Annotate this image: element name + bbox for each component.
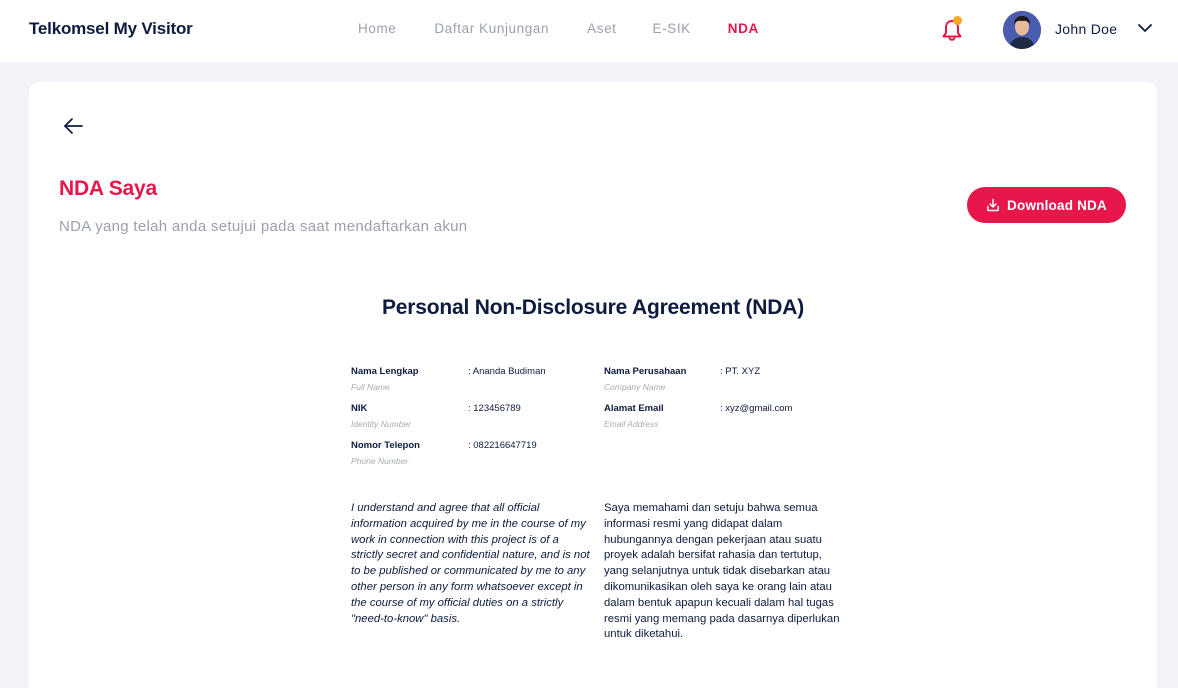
field-value-company: : PT. XYZ [720, 366, 761, 377]
field-sublabel: Email Address [604, 419, 659, 429]
field-value-phone: : 082216647719 [468, 440, 537, 451]
notification-bell-button[interactable] [940, 16, 964, 44]
field-email: Alamat Email Email Address [604, 403, 664, 429]
download-icon [987, 198, 999, 212]
user-name[interactable]: John Doe [1055, 21, 1117, 37]
field-value-email: : xyz@gmail.com [720, 403, 793, 414]
page-subtitle: NDA yang telah anda setujui pada saat me… [59, 218, 468, 235]
statement-indonesian: Saya memahami dan setuju bahwa semua inf… [604, 502, 840, 641]
field-nik: NIK Identity Number [351, 403, 411, 429]
field-full-name: Nama Lengkap Full Name [351, 366, 419, 392]
nav-daftar-kunjungan[interactable]: Daftar Kunjungan [434, 21, 549, 36]
download-nda-label: Download NDA [1007, 197, 1107, 213]
nav-home[interactable]: Home [358, 21, 396, 36]
field-sublabel: Full Name [351, 382, 390, 392]
nav-nda[interactable]: NDA [728, 21, 759, 36]
avatar[interactable] [1003, 11, 1041, 49]
page-title: NDA Saya [59, 177, 157, 200]
field-sublabel: Identity Number [351, 419, 411, 429]
statement-english: I understand and agree that all official… [351, 502, 590, 625]
field-sublabel: Company Name [604, 382, 666, 392]
field-label: Nomor Telepon [351, 440, 420, 451]
main-nav: Home Daftar Kunjungan Aset E-SIK NDA [358, 21, 759, 36]
top-navbar: Telkomsel My Visitor Home Daftar Kunjung… [0, 0, 1178, 62]
field-label: Alamat Email [604, 403, 664, 414]
field-sublabel: Phone Number [351, 456, 409, 466]
nav-e-sik[interactable]: E-SIK [653, 21, 691, 36]
document-title: Personal Non-Disclosure Agreement (NDA) [381, 296, 804, 319]
field-label: NIK [351, 403, 368, 414]
field-label: Nama Lengkap [351, 366, 419, 377]
notification-dot [953, 16, 962, 25]
nav-aset[interactable]: Aset [587, 21, 616, 36]
field-phone: Nomor Telepon Phone Number [351, 440, 420, 466]
field-value-nik: : 123456789 [468, 403, 521, 414]
field-label: Nama Perusahaan [604, 366, 687, 377]
nda-card: NDA Saya NDA yang telah anda setujui pad… [29, 82, 1157, 688]
download-nda-button[interactable]: Download NDA [967, 187, 1126, 223]
chevron-down-icon[interactable] [1136, 21, 1154, 35]
field-value-full-name: : Ananda Budiman [468, 366, 546, 377]
brand-title[interactable]: Telkomsel My Visitor [29, 19, 193, 39]
arrow-left-icon[interactable] [61, 114, 85, 138]
field-company: Nama Perusahaan Company Name [604, 366, 686, 392]
